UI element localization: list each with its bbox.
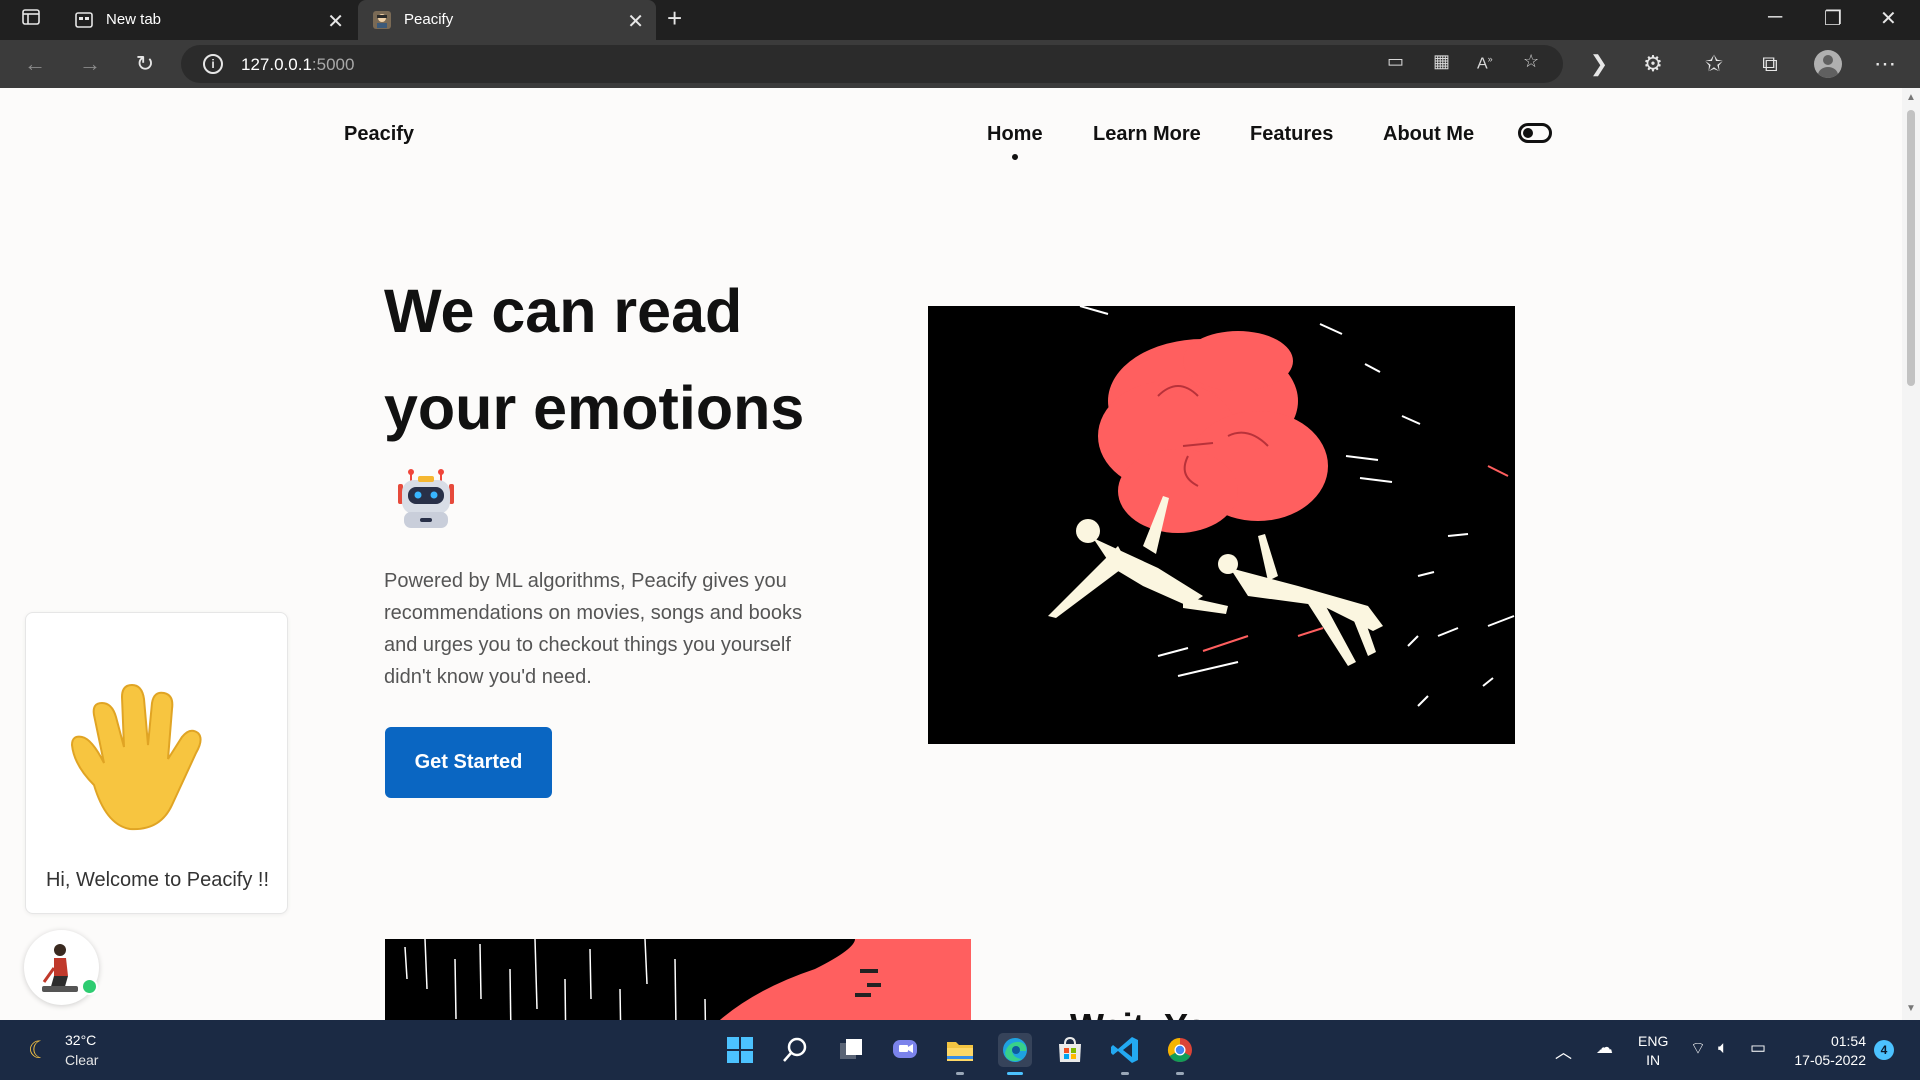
search-button[interactable]: [778, 1033, 812, 1067]
welcome-message: Hi, Welcome to Peacify !!: [45, 869, 270, 891]
new-tab-plus-icon[interactable]: +: [667, 3, 682, 34]
running-indicator: [1176, 1072, 1184, 1075]
back-icon[interactable]: ←: [20, 49, 50, 79]
tab-title: New tab: [106, 11, 162, 28]
waving-hand-icon: [70, 683, 202, 831]
running-indicator: [956, 1072, 964, 1075]
nav-home[interactable]: Home: [987, 123, 1043, 146]
active-indicator: [1007, 1072, 1023, 1075]
onedrive-icon[interactable]: ☁: [1596, 1038, 1613, 1058]
chat-welcome-card: Hi, Welcome to Peacify !!: [25, 612, 288, 914]
theme-toggle[interactable]: [1518, 123, 1552, 143]
windows-taskbar: ☾ 32°C Clear ︿ ☁ ENG IN ⌔ 🔈︎ ▭ 01:54 17-…: [0, 1020, 1920, 1080]
running-indicator: [1121, 1072, 1129, 1075]
close-icon[interactable]: ✕: [627, 9, 644, 34]
robot-icon: [398, 469, 454, 528]
app-available-icon[interactable]: ▭: [1387, 51, 1404, 72]
file-explorer-button[interactable]: [943, 1033, 977, 1075]
nav-about-me[interactable]: About Me: [1383, 123, 1474, 146]
read-aloud-icon[interactable]: A»: [1477, 54, 1493, 73]
restore-icon[interactable]: ❐: [1824, 6, 1842, 31]
scroll-down-icon[interactable]: ▼: [1906, 1003, 1916, 1014]
add-favorite-icon[interactable]: ☆: [1523, 51, 1539, 72]
start-button[interactable]: [723, 1033, 757, 1067]
tab-peacify[interactable]: Peacify ✕: [358, 0, 656, 40]
rain-brain-illustration: [404, 939, 971, 1020]
collections-icon[interactable]: ⧉: [1755, 49, 1785, 79]
weather-temperature[interactable]: 32°C: [65, 1032, 96, 1048]
hero-title-line1: We can read: [384, 277, 743, 345]
vscode-button[interactable]: [1108, 1033, 1142, 1075]
clock-date: 17-05-2022: [1794, 1052, 1866, 1068]
profile-avatar-icon[interactable]: [1814, 50, 1842, 78]
task-view-button[interactable]: [834, 1033, 868, 1067]
battery-icon[interactable]: ▭: [1750, 1038, 1766, 1058]
wifi-icon[interactable]: ⌔: [1690, 1038, 1706, 1059]
favorites-icon[interactable]: ✩: [1699, 49, 1729, 79]
weather-description[interactable]: Clear: [65, 1052, 98, 1068]
more-menu-icon[interactable]: ⋯: [1870, 49, 1900, 79]
online-status-dot: [81, 978, 98, 995]
section2-title: Wait, You: [1070, 1006, 1229, 1020]
hero-title-line2: your emotions: [384, 374, 805, 442]
chrome-button[interactable]: [1163, 1033, 1197, 1075]
notification-badge[interactable]: 4: [1874, 1040, 1894, 1060]
get-started-button[interactable]: Get Started: [385, 727, 552, 798]
clock-time: 01:54: [1830, 1033, 1866, 1049]
chat-icon: [893, 1040, 917, 1058]
scroll-up-icon[interactable]: ▲: [1906, 92, 1916, 103]
language-region: IN: [1646, 1052, 1661, 1068]
site-info-icon[interactable]: i: [203, 54, 223, 74]
tab-title: Peacify: [404, 11, 454, 28]
scrollbar-thumb[interactable]: [1907, 110, 1915, 386]
page-viewport: Peacify Home Learn More Features About M…: [0, 88, 1902, 1020]
windows-logo-icon: [727, 1037, 753, 1063]
address-bar[interactable]: i 127.0.0.1:5000 ▭ ▦ A» ☆: [181, 45, 1563, 83]
language-code: ENG: [1638, 1033, 1669, 1049]
store-button[interactable]: [1053, 1033, 1087, 1067]
address-url[interactable]: 127.0.0.1:5000: [241, 55, 354, 75]
url-host: 127.0.0.1: [241, 55, 312, 74]
hero-description: Powered by ML algorithms, Peacify gives …: [384, 570, 803, 688]
hero-title: We can read your emotions: [384, 263, 864, 457]
new-tab-icon: [75, 12, 93, 28]
nav-learn-more[interactable]: Learn More: [1093, 123, 1201, 146]
search-icon: [783, 1037, 807, 1062]
task-view-icon: [840, 1039, 862, 1059]
active-nav-indicator: [1012, 154, 1018, 160]
browser-tabstrip: New tab ✕ Peacify ✕ + ─ ❐ ✕: [0, 0, 1920, 40]
chat-launcher-button[interactable]: [24, 930, 99, 1005]
teams-chat-button[interactable]: [888, 1033, 922, 1067]
store-icon: [1059, 1036, 1081, 1062]
edge-button[interactable]: [998, 1033, 1032, 1075]
brain-carry-illustration: [1048, 306, 1515, 707]
url-port: :5000: [311, 55, 355, 74]
chrome-icon: [1167, 1038, 1192, 1063]
hero-illustration: [928, 306, 1515, 744]
site-logo[interactable]: Peacify: [344, 123, 414, 146]
vscode-icon: [1111, 1037, 1138, 1063]
tab-new-tab[interactable]: New tab ✕: [60, 0, 356, 40]
close-icon[interactable]: ✕: [327, 9, 344, 34]
refresh-icon[interactable]: ↻: [130, 49, 160, 79]
edge-browser-icon: [1003, 1038, 1027, 1062]
forward-icon[interactable]: →: [75, 49, 105, 79]
window-close-icon[interactable]: ✕: [1880, 6, 1897, 31]
system-clock[interactable]: 01:54 17-05-2022: [1780, 1032, 1866, 1070]
language-indicator[interactable]: ENG IN: [1638, 1032, 1668, 1070]
minimize-icon[interactable]: ─: [1768, 6, 1782, 29]
volume-icon[interactable]: 🔈︎: [1718, 1038, 1728, 1058]
show-hidden-icons-icon[interactable]: ︿: [1555, 1038, 1572, 1063]
moon-weather-icon[interactable]: ☾: [28, 1036, 50, 1065]
section2-illustration: [385, 939, 971, 1020]
browser-apps-icon[interactable]: ▦: [1433, 51, 1450, 72]
nav-features[interactable]: Features: [1250, 123, 1333, 146]
folder-icon: [947, 1042, 973, 1061]
page-scrollbar[interactable]: ▲ ▼: [1902, 88, 1920, 1020]
extensions-icon[interactable]: ⚙: [1638, 49, 1668, 79]
peacify-favicon-icon: [373, 11, 391, 29]
tab-actions-icon[interactable]: [16, 5, 46, 35]
browser-toolbar: ← → ↻ i 127.0.0.1:5000 ▭ ▦ A» ☆ ❯ ⚙ ✩ ⧉ …: [0, 40, 1920, 88]
extension-arrow-icon[interactable]: ❯: [1584, 49, 1614, 79]
